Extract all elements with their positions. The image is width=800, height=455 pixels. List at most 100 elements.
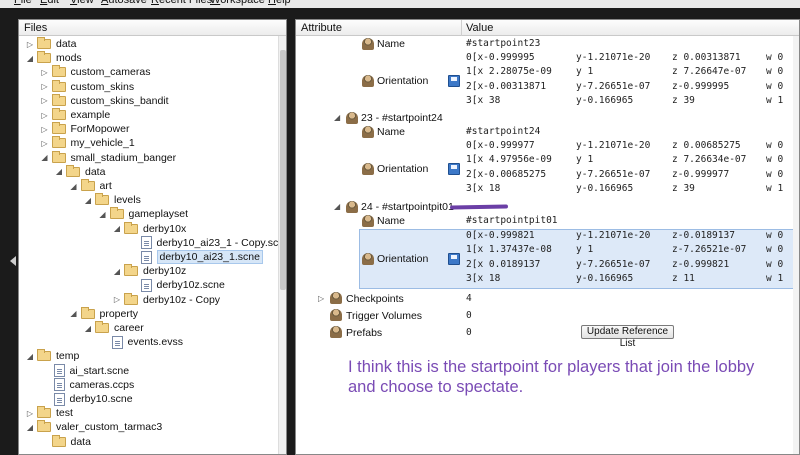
spp01-node-row[interactable]: ◢ 24 - #startpointpit01 [296, 200, 799, 214]
menu-help[interactable]: Help [268, 0, 291, 6]
matrix-cell[interactable]: w 0 [766, 259, 783, 270]
matrix-cell[interactable]: 3[x 38 [466, 95, 500, 106]
tree-file[interactable]: ai_start.scne [40, 364, 129, 378]
matrix-cell[interactable]: y-7.26651e-07 [576, 169, 650, 180]
expand-arrow-icon[interactable]: ▷ [40, 68, 50, 77]
matrix-cell[interactable]: 0[x-0.999977 [466, 140, 535, 151]
expand-arrow-icon[interactable]: ◢ [334, 202, 340, 211]
sp23-orientation-row[interactable]: Orientation 0[x-0.999995 y-1.21071e-20 z 0… [296, 51, 799, 111]
tree-folder[interactable]: ◢ levels [83, 193, 141, 207]
expand-arrow-icon[interactable]: ▷ [25, 40, 35, 49]
tree-folder[interactable]: ◢ mods [25, 51, 82, 65]
matrix-cell[interactable]: y 1 [576, 66, 593, 77]
expand-arrow-icon[interactable]: ◢ [112, 224, 122, 233]
tree-folder[interactable]: ▷ data [25, 37, 76, 51]
sp24-node-row[interactable]: ◢ 23 - #startpoint24 [296, 111, 799, 125]
tree-folder[interactable]: ◢ valer_custom_tarmac3 [25, 420, 162, 434]
sp24-orientation-row[interactable]: Orientation 0[x-0.999977 y-1.21071e-20 z 0… [296, 139, 799, 199]
expand-arrow-icon[interactable]: ◢ [334, 113, 340, 122]
matrix-cell[interactable]: y-0.166965 [576, 273, 633, 284]
expand-arrow-icon[interactable]: ◢ [69, 309, 79, 318]
menu-file[interactable]: File [14, 0, 32, 6]
matrix-cell[interactable]: z-0.999995 [672, 81, 729, 92]
tree-folder[interactable]: ▷ test [25, 406, 73, 420]
matrix-cell[interactable]: w 1 [766, 183, 783, 194]
matrix-cell[interactable]: w 0 [766, 140, 783, 151]
prefabs-row[interactable]: Prefabs 0 [296, 325, 799, 340]
matrix-cell[interactable]: z 0.00685275 [672, 140, 741, 151]
attributes-scrollbar[interactable] [793, 36, 799, 454]
matrix-cell[interactable]: w 0 [766, 244, 783, 255]
tree-folder[interactable]: ◢ career [83, 321, 144, 335]
files-scrollbar-thumb[interactable] [280, 50, 286, 290]
matrix-cell[interactable]: y-0.166965 [576, 183, 633, 194]
matrix-cell[interactable]: z 39 [672, 95, 695, 106]
tree-folder[interactable]: ▷ custom_cameras [40, 65, 150, 79]
matrix-cell[interactable]: z 39 [672, 183, 695, 194]
files-scrollbar[interactable] [278, 36, 286, 454]
tree-folder[interactable]: ◢ property [69, 306, 138, 321]
tree-folder[interactable]: ▷ custom_skins [40, 79, 134, 94]
value-column-header[interactable]: Value [466, 22, 493, 34]
matrix-cell[interactable]: y-1.21071e-20 [576, 230, 650, 241]
expand-arrow-icon[interactable]: ◢ [25, 352, 35, 361]
update-reference-list-button[interactable]: Update Reference List [581, 325, 674, 349]
matrix-cell[interactable]: z-0.0189137 [672, 230, 735, 241]
attribute-column-header[interactable]: Attribute [301, 22, 342, 34]
expand-arrow-icon[interactable]: ◢ [98, 210, 108, 219]
expand-arrow-icon[interactable]: ◢ [25, 54, 35, 63]
matrix-cell[interactable]: y-1.21071e-20 [576, 52, 650, 63]
expand-arrow-icon[interactable]: ▷ [40, 111, 50, 120]
matrix-cell[interactable]: w 0 [766, 52, 783, 63]
matrix-cell[interactable]: 3[x 18 [466, 273, 500, 284]
expand-arrow-icon[interactable]: ▷ [318, 294, 324, 303]
menu-workspace[interactable]: Workspace [210, 0, 265, 6]
matrix-cell[interactable]: z 7.26634e-07 [672, 154, 746, 165]
tree-folder[interactable]: ◢ derby10x [112, 221, 186, 236]
menu-view[interactable]: View [70, 0, 94, 6]
matrix-cell[interactable]: 1[x 1.37437e-08 [466, 244, 552, 255]
expand-arrow-icon[interactable]: ▷ [112, 295, 122, 304]
tree-folder[interactable]: ▷ derby10z - Copy [112, 292, 220, 307]
matrix-cell[interactable]: w 0 [766, 81, 783, 92]
matrix-cell[interactable]: 2[x 0.0189137 [466, 259, 540, 270]
expand-arrow-icon[interactable]: ◢ [54, 167, 64, 176]
spp01-orientation-row[interactable]: Orientation 0[x-0.999821 y-1.21071e-20 z-0… [296, 229, 799, 289]
expand-arrow-icon[interactable]: ◢ [83, 196, 93, 205]
expand-arrow-icon[interactable]: ◢ [40, 153, 50, 162]
expand-arrow-icon[interactable]: ▷ [40, 96, 50, 105]
tree-folder[interactable]: ◢ small_stadium_banger [40, 150, 176, 165]
tree-folder[interactable]: ◢ derby10z [112, 264, 186, 278]
expand-arrow-icon[interactable]: ▷ [40, 139, 50, 148]
tree-folder[interactable]: ◢ data [54, 164, 105, 179]
matrix-cell[interactable]: 1[x 4.97956e-09 [466, 154, 552, 165]
matrix-cell[interactable]: z 7.26647e-07 [672, 66, 746, 77]
sp23-name-row[interactable]: Name #startpoint23 [296, 37, 799, 51]
matrix-cell[interactable]: z 11 [672, 273, 695, 284]
matrix-cell[interactable]: 1[x 2.28075e-09 [466, 66, 552, 77]
matrix-cell[interactable]: w 0 [766, 169, 783, 180]
matrix-cell[interactable]: w 1 [766, 95, 783, 106]
tree-file[interactable]: cameras.ccps [40, 378, 134, 392]
matrix-cell[interactable]: z-0.999977 [672, 169, 729, 180]
sp24-name-row[interactable]: Name #startpoint24 [296, 125, 799, 139]
matrix-cell[interactable]: y 1 [576, 154, 593, 165]
tree-file[interactable]: derby10.scne [40, 392, 133, 406]
matrix-cell[interactable]: 2[x-0.00685275 [466, 169, 546, 180]
tree-folder[interactable]: data [40, 434, 91, 449]
column-separator[interactable] [461, 20, 462, 36]
matrix-cell[interactable]: 0[x-0.999821 [466, 230, 535, 241]
expand-arrow-icon[interactable]: ▷ [40, 125, 50, 134]
matrix-cell[interactable]: w 0 [766, 66, 783, 77]
tree-file[interactable]: events.evss [98, 335, 183, 349]
tree-folder[interactable]: ▷ my_vehicle_1 [40, 136, 135, 150]
matrix-cell[interactable]: z-0.999821 [672, 259, 729, 270]
matrix-cell[interactable]: w 0 [766, 230, 783, 241]
tree-folder[interactable]: ▷ ForMopower [40, 122, 129, 136]
tree-file[interactable]: derby10_ai23_1 - Copy.scne [127, 236, 286, 250]
matrix-cell[interactable]: y 1 [576, 244, 593, 255]
matrix-cell[interactable]: y-7.26651e-07 [576, 259, 650, 270]
matrix-cell[interactable]: 2[x-0.00313871 [466, 81, 546, 92]
spp01-name-row[interactable]: Name #startpointpit01 [296, 214, 799, 228]
matrix-cell[interactable]: z-7.26521e-07 [672, 244, 746, 255]
